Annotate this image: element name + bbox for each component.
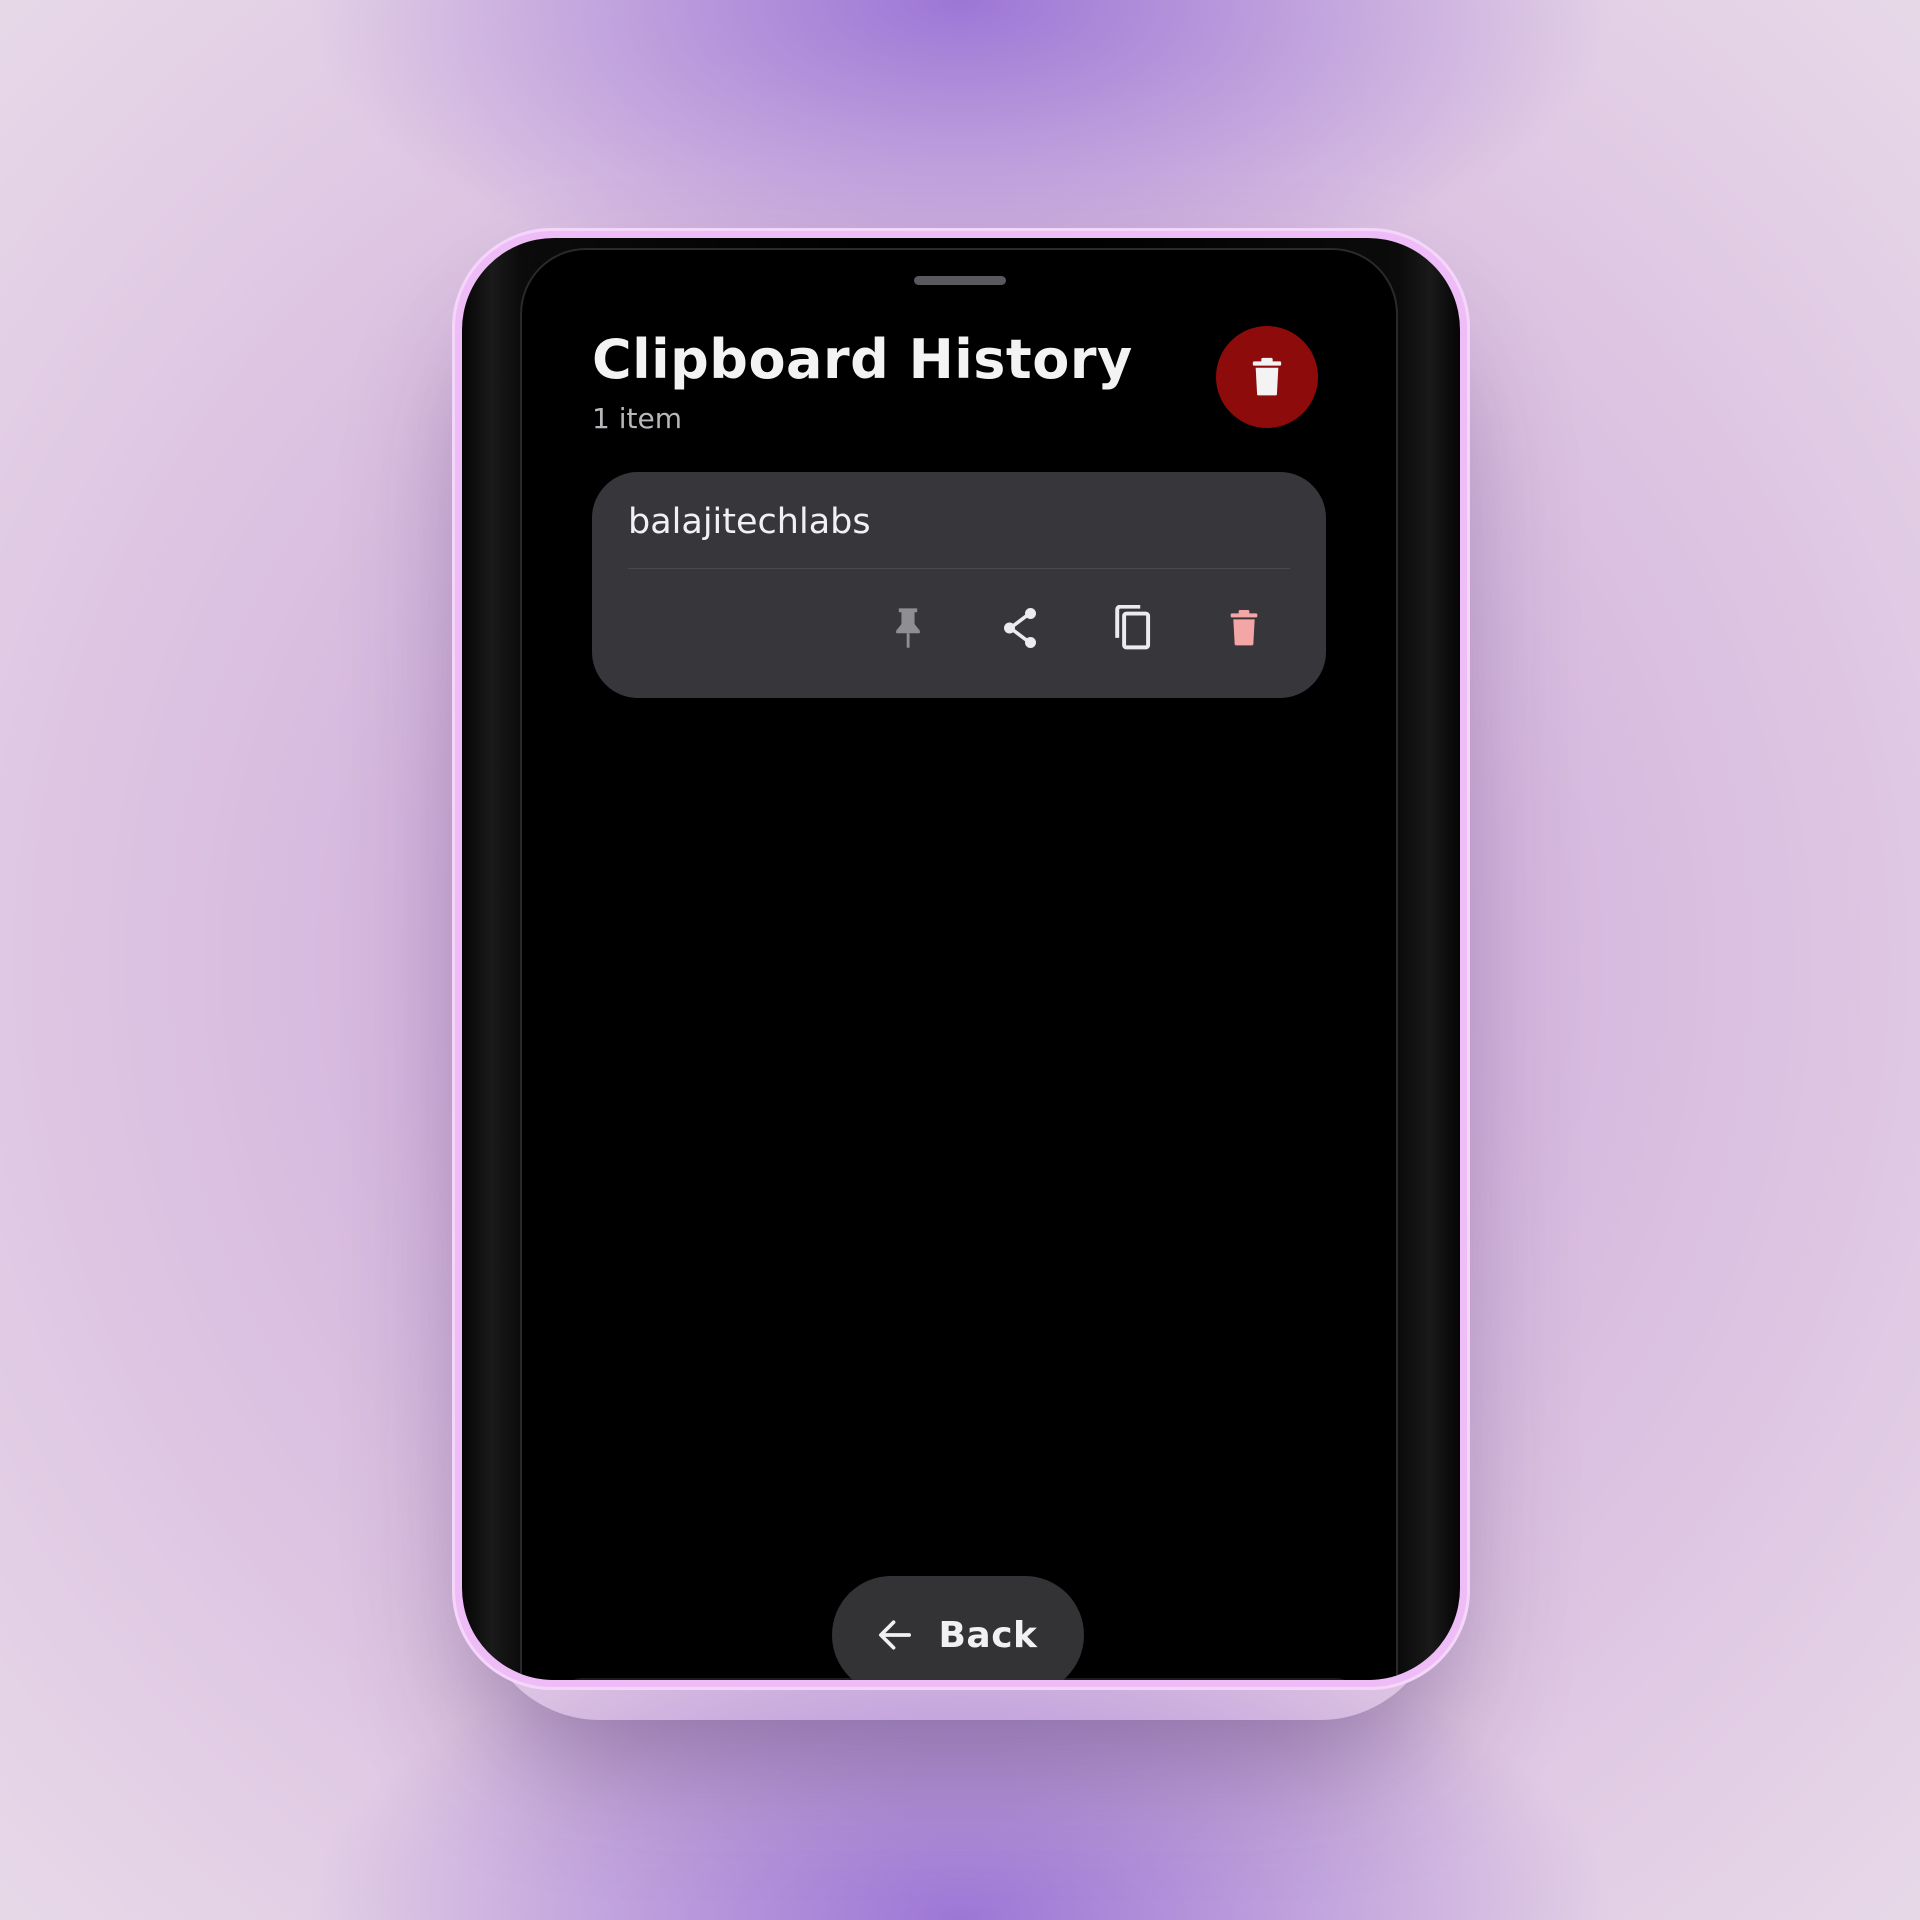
pin-icon: [896, 608, 920, 648]
trash-icon: [1230, 610, 1258, 646]
clear-all-button[interactable]: [1216, 326, 1318, 428]
copy-button[interactable]: [1104, 600, 1160, 656]
back-label: Back: [938, 1614, 1038, 1656]
page-title: Clipboard History: [592, 328, 1133, 391]
share-button[interactable]: [992, 600, 1048, 656]
device-bezel: Clipboard History 1 item balajitechlabs: [462, 238, 1460, 1680]
drag-handle[interactable]: [914, 276, 1006, 285]
list-item[interactable]: balajitechlabs: [592, 472, 1326, 698]
arrow-left-icon: [879, 1620, 912, 1650]
item-count: 1 item: [592, 402, 682, 435]
delete-button[interactable]: [1216, 600, 1272, 656]
copy-icon: [1115, 605, 1151, 650]
app-screen: Clipboard History 1 item balajitechlabs: [522, 250, 1396, 1680]
back-button[interactable]: Back: [832, 1576, 1084, 1680]
device-frame: Clipboard History 1 item balajitechlabs: [452, 228, 1470, 1690]
pin-button[interactable]: [880, 600, 936, 656]
trash-icon: [1252, 357, 1282, 396]
divider: [628, 568, 1290, 569]
share-icon: [1004, 607, 1036, 649]
clip-text: balajitechlabs: [628, 502, 871, 542]
